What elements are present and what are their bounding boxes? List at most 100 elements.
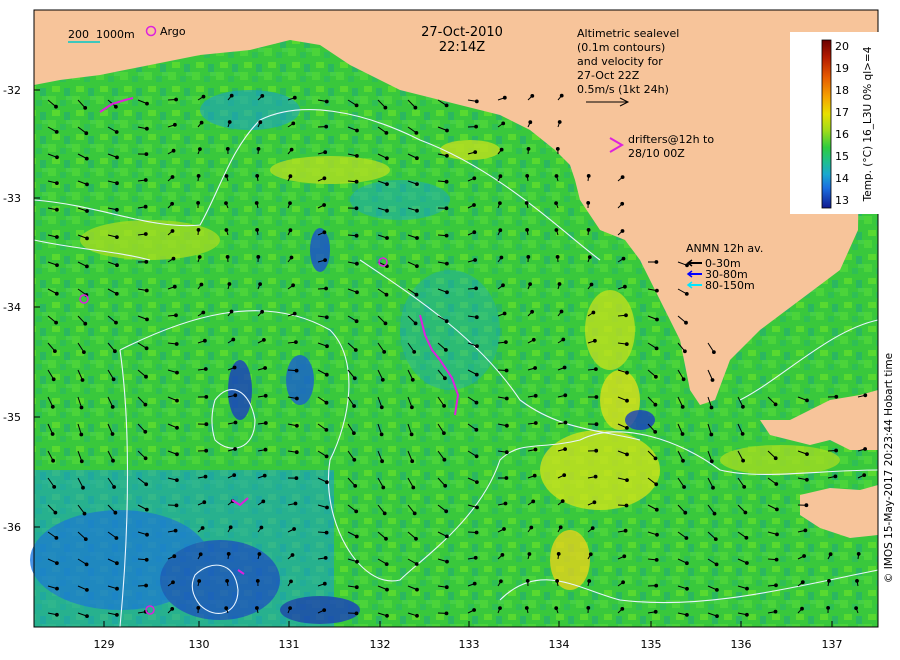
velocity-arrow-head: [654, 507, 659, 512]
velocity-arrow-head: [114, 130, 119, 134]
velocity-arrow-head: [196, 174, 201, 178]
velocity-arrow-head: [51, 458, 55, 463]
velocity-arrow-head: [175, 478, 179, 483]
velocity-arrow-head: [654, 482, 659, 487]
velocity-arrow-head: [379, 432, 384, 437]
velocity-arrow-head: [254, 201, 259, 205]
velocity-arrow-head: [445, 290, 449, 295]
velocity-arrow-head: [624, 342, 629, 347]
velocity-arrow-head: [555, 147, 560, 151]
velocity-arrow-head: [625, 426, 629, 430]
velocity-arrow-head: [288, 174, 293, 179]
velocity-arrow-head: [444, 103, 449, 108]
longitude-label: 133: [459, 638, 480, 651]
velocity-arrow-head: [385, 587, 389, 592]
velocity-arrow-head: [232, 473, 237, 478]
velocity-arrow-head: [558, 525, 563, 530]
colorbar-tick-label: 14: [835, 172, 849, 185]
velocity-arrow-head: [111, 458, 115, 463]
velocity-arrow-head: [502, 527, 506, 531]
altimetry-line-4: 27-Oct 22Z: [577, 69, 640, 82]
velocity-arrow-head: [354, 585, 359, 590]
velocity-arrow-head: [225, 147, 230, 151]
velocity-arrow-head: [500, 553, 505, 557]
velocity-arrow-head: [289, 147, 294, 152]
velocity-arrow-head: [175, 452, 179, 457]
velocity-arrow-head: [354, 611, 359, 616]
velocity-arrow-head: [171, 148, 176, 153]
velocity-arrow-head: [775, 507, 779, 512]
velocity-arrow-head: [504, 368, 509, 373]
velocity-arrow-head: [199, 120, 204, 125]
velocity-arrow-head: [530, 94, 535, 98]
velocity-arrow-head: [654, 583, 659, 588]
velocity-arrow-head: [741, 458, 745, 463]
velocity-arrow-head: [681, 377, 686, 382]
colorbar-tick-label: 15: [835, 150, 849, 163]
velocity-arrow-head: [110, 405, 115, 409]
velocity-arrow-head: [620, 229, 625, 233]
velocity-arrow-head: [654, 260, 659, 264]
velocity-arrow-head: [498, 228, 503, 233]
velocity-arrow-head: [175, 370, 179, 375]
velocity-arrow-head: [774, 482, 779, 486]
velocity-arrow-head: [620, 175, 625, 180]
velocity-arrow-head: [745, 561, 749, 565]
velocity-arrow-head: [623, 528, 628, 533]
velocity-arrow-head: [170, 175, 175, 179]
velocity-arrow-head: [199, 282, 204, 287]
velocity-arrow-head: [385, 236, 389, 240]
velocity-arrow-head: [171, 580, 175, 585]
velocity-arrow-head: [381, 485, 386, 490]
velocity-arrow-head: [502, 95, 507, 100]
velocity-arrow-head: [713, 537, 718, 541]
velocity-arrow-head: [294, 476, 299, 481]
velocity-arrow-head: [855, 579, 859, 583]
velocity-arrow-head: [444, 233, 449, 238]
velocity-arrow-head: [354, 319, 359, 324]
velocity-arrow-head: [197, 579, 202, 583]
velocity-arrow-head: [324, 400, 329, 405]
velocity-arrow-head: [115, 235, 119, 240]
altimetry-line-3: and velocity for: [577, 55, 663, 68]
velocity-arrow-head: [681, 458, 685, 463]
longitude-label: 134: [549, 638, 570, 651]
temperature-colorbar: 20 19 18 17 16 15 14 13 Temp. (°C) 16_L3U 0% ql…: [790, 32, 880, 214]
velocity-arrow-head: [533, 447, 538, 452]
velocity-arrow-head: [354, 509, 359, 514]
velocity-arrow-head: [800, 606, 804, 611]
velocity-arrow-head: [415, 236, 419, 240]
velocity-arrow-head: [474, 372, 479, 377]
velocity-arrow-head: [84, 131, 89, 136]
drifters-line-2: 28/10 00Z: [628, 147, 685, 160]
velocity-arrow-head: [260, 309, 265, 314]
velocity-arrow-head: [592, 500, 597, 505]
velocity-arrow-head: [54, 536, 59, 540]
velocity-arrow-head: [204, 395, 209, 399]
velocity-arrow-head: [385, 156, 389, 161]
velocity-arrow-head: [174, 342, 179, 346]
map-plot-area: [30, 9, 879, 628]
velocity-arrow-head: [380, 377, 385, 382]
velocity-arrow-head: [322, 203, 327, 207]
velocity-arrow-head: [505, 423, 509, 428]
velocity-arrow-head: [384, 536, 388, 541]
velocity-arrow-head: [52, 485, 57, 489]
velocity-arrow-head: [224, 228, 229, 232]
velocity-arrow-head: [171, 256, 176, 261]
velocity-arrow-head: [292, 311, 297, 316]
velocity-arrow-head: [415, 208, 419, 213]
velocity-arrow-head: [113, 510, 118, 515]
colorbar-gradient: [821, 39, 832, 209]
argo-legend-label: Argo: [160, 25, 186, 38]
velocity-arrow-head: [653, 609, 658, 614]
credit-line: © IMOS 15-May-2017 20:23:44 Hobart time: [883, 353, 895, 583]
velocity-arrow-head: [654, 558, 659, 562]
velocity-arrow-head: [411, 485, 416, 490]
velocity-arrow-head: [294, 340, 298, 345]
altimetry-line-5: 0.5m/s (1kt 24h): [577, 83, 669, 96]
velocity-arrow-head: [474, 315, 479, 320]
velocity-arrow-head: [115, 561, 119, 566]
velocity-arrow-head: [55, 155, 59, 160]
velocity-arrow-head: [774, 583, 778, 588]
